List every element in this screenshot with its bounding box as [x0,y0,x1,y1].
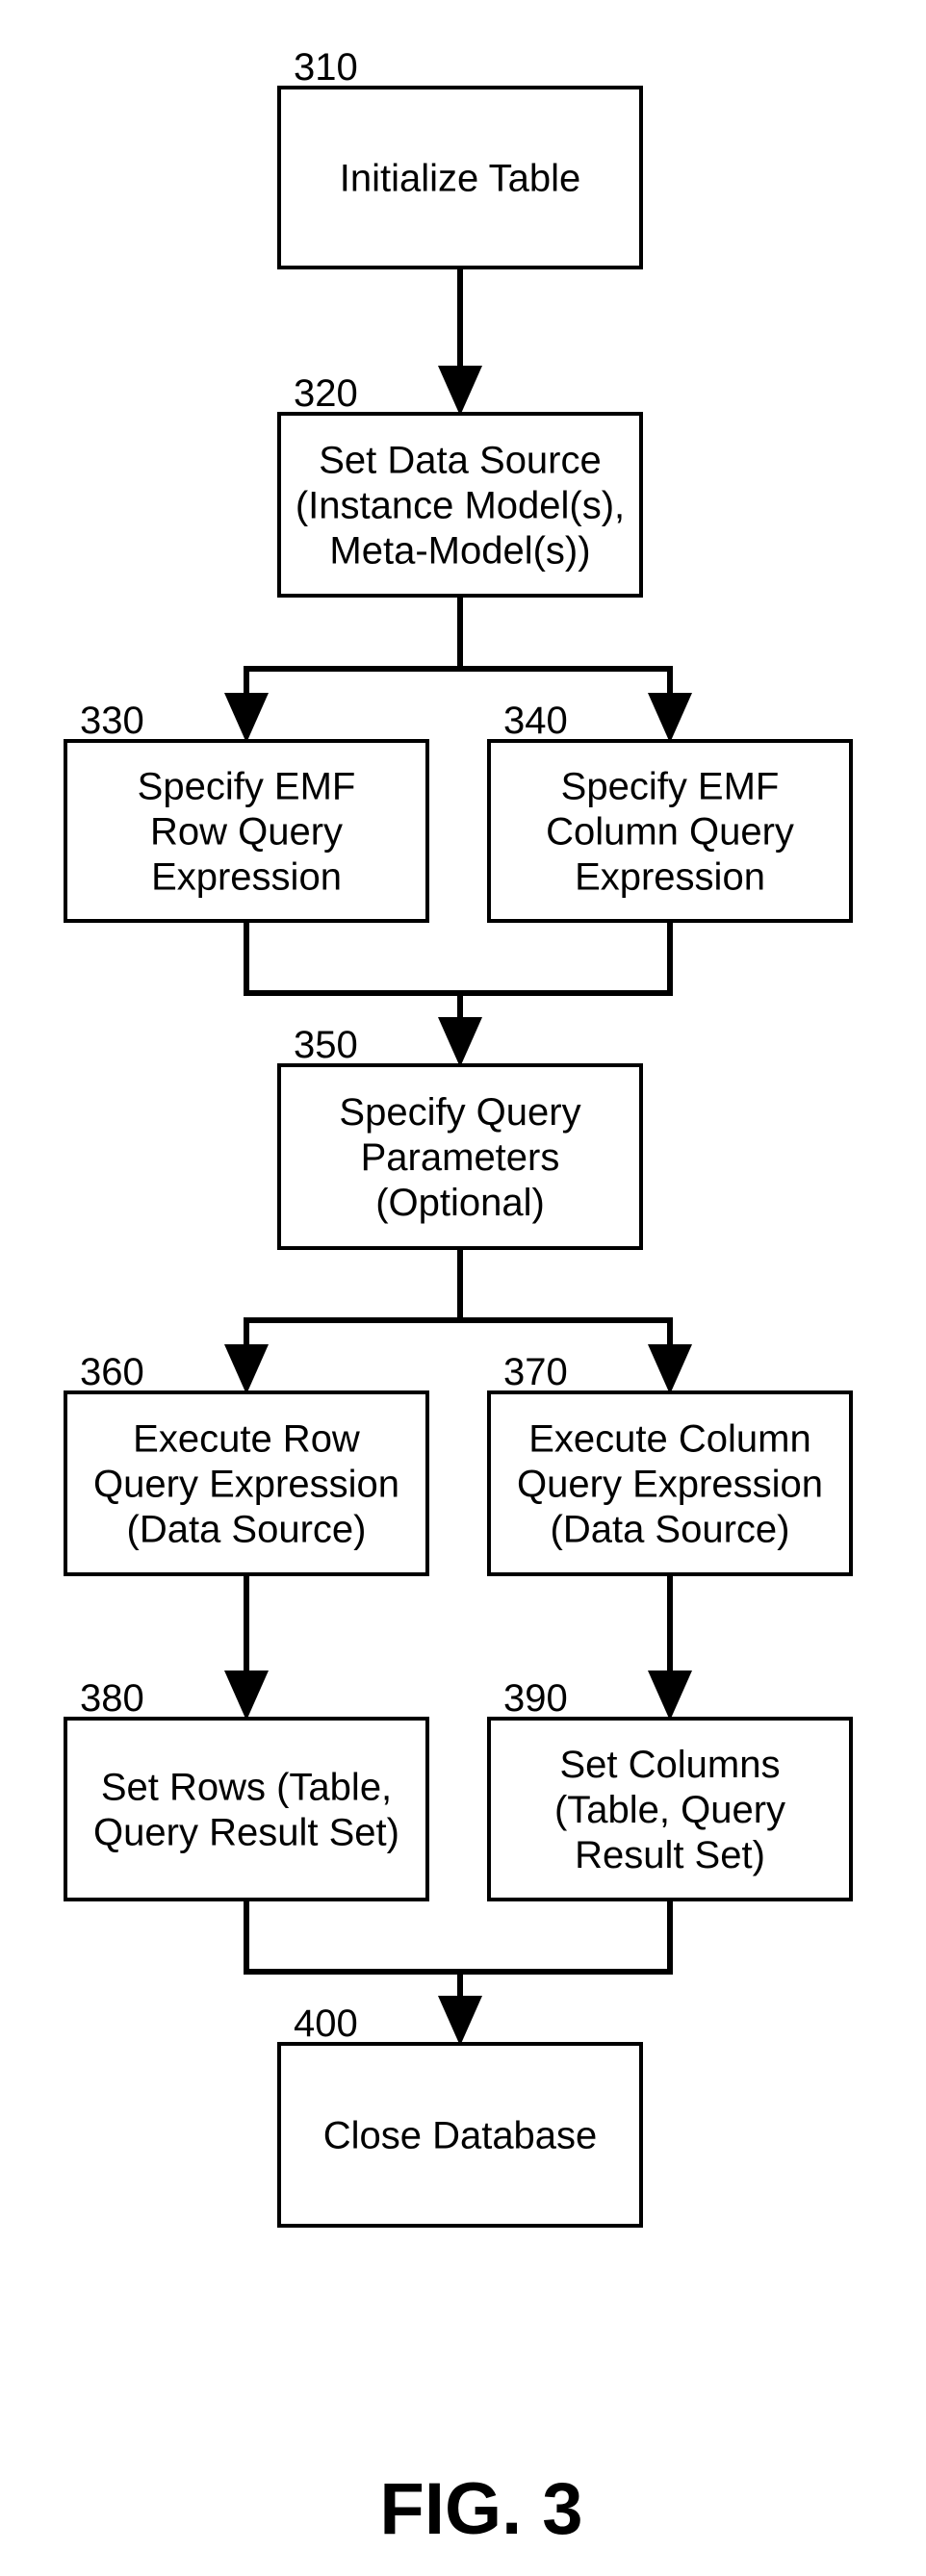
arrowhead-icon [648,1344,692,1394]
step-text-line: Specify EMF [138,766,356,808]
step-text-line: Row Query [150,811,343,854]
arrowhead-icon [224,1344,269,1394]
branch-connector [457,1248,673,1346]
step-text-line: Specify Query [339,1091,580,1134]
step-reference-number: 400 [294,2002,358,2045]
step-text-line: Query Result Set) [93,1812,399,1854]
arrowhead-icon [224,693,269,743]
merge-connector [244,921,463,1019]
step-text-line: Set Data Source [319,440,602,482]
step-text-line: (Data Source) [127,1509,367,1551]
step-text-line: (Data Source) [551,1509,790,1551]
step-text-line: (Instance Model(s), [296,485,625,527]
step-reference-number: 310 [294,46,358,89]
step-text-line: Meta-Model(s)) [329,530,590,573]
figure-caption: FIG. 3 [379,2468,582,2550]
step-box [64,1717,429,1901]
merge-connector [457,1900,673,1998]
branch-connector [457,596,673,695]
arrowhead-icon [438,1996,482,2046]
step-reference-number: 340 [503,700,568,742]
step-reference-number: 330 [80,700,144,742]
step-310: 310 Initialize Table [277,46,643,269]
step-text-line: Query Expression [517,1464,823,1506]
arrowhead-icon [438,1017,482,1067]
step-reference-number: 360 [80,1351,144,1393]
step-reference-number: 350 [294,1024,358,1066]
flowchart-diagram: 310 Initialize Table 320 Set Data Source(In… [64,46,853,2550]
step-text-line: Expression [151,856,342,899]
step-text-line: Close Database [323,2115,598,2157]
branch-connector [244,1248,463,1346]
arrowhead-icon [648,1671,692,1721]
arrowhead-icon [438,366,482,416]
step-text-line: Expression [575,856,765,899]
step-reference-number: 380 [80,1677,144,1720]
step-text-line: Column Query [546,811,794,854]
step-text-line: Set Columns [560,1744,781,1786]
step-text-line: Execute Row [133,1418,360,1461]
arrowhead-icon [224,1671,269,1721]
step-reference-number: 320 [294,372,358,415]
step-text-line: Query Expression [93,1464,399,1506]
merge-connector [457,921,673,1019]
step-text-line: Set Rows (Table, [101,1767,392,1809]
step-text-line: Result Set) [575,1834,765,1876]
step-reference-number: 370 [503,1351,568,1393]
step-reference-number: 390 [503,1677,568,1720]
merge-connector [244,1900,463,1998]
step-text-line: Initialize Table [340,158,581,200]
arrowhead-icon [648,693,692,743]
step-text-line: Parameters [361,1136,560,1179]
step-text-line: (Table, Query [554,1789,785,1831]
branch-connector [244,596,463,695]
step-text-line: Execute Column [528,1418,810,1461]
step-text-line: (Optional) [375,1182,545,1224]
step-text-line: Specify EMF [561,766,780,808]
